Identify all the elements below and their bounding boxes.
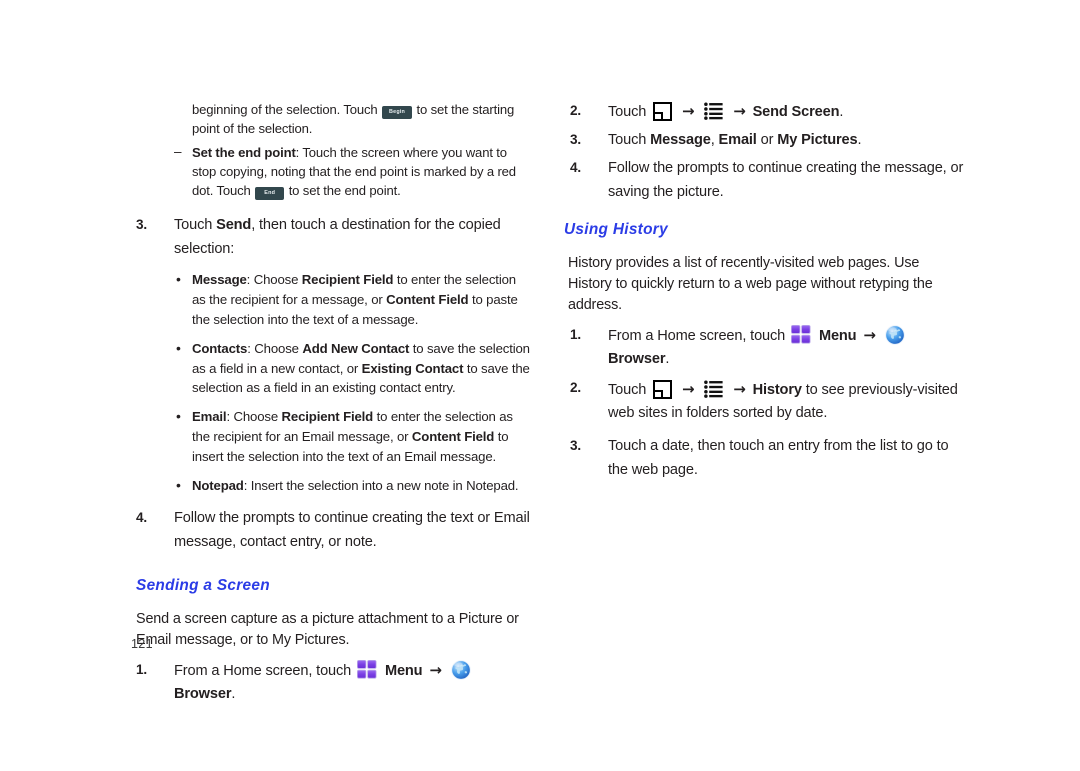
menu-grid-icon[interactable] — [357, 660, 377, 679]
screen-icon[interactable] — [653, 102, 673, 121]
step-3-part1: Touch — [174, 217, 217, 234]
history-label[interactable]: History — [753, 382, 802, 398]
sending-step-1-pre: From a Home screen, touch — [174, 663, 352, 680]
message-option[interactable]: Message — [650, 132, 711, 148]
step2-continuation-text: beginning of the selection. Touch Begin … — [128, 100, 532, 139]
bullet-dot: • — [176, 339, 181, 356]
right-step-3: 3. Touch Message, Email or My Pictures. — [562, 129, 966, 152]
right-step-3-period: . — [857, 131, 862, 148]
bullet-dot: • — [176, 271, 181, 288]
history-step-1-period: . — [665, 351, 670, 368]
arrow-icon: → — [733, 379, 746, 398]
right-step-4-number: 4. — [570, 160, 582, 176]
bullet-notepad-seg1: : Insert the selection into a new note i… — [243, 477, 519, 493]
bullet-email-label: Email — [192, 409, 227, 425]
bullet-email-bold2: Content Field — [411, 429, 495, 444]
left-column: beginning of the selection. Touch Begin … — [128, 100, 532, 711]
set-end-point-label: Set the end point — [192, 144, 296, 160]
history-step-3-text: Touch a date, then touch an entry from t… — [608, 437, 949, 478]
history-step-2: 2. Touch → → History to see previously-v… — [562, 377, 966, 426]
arrow-icon: → — [682, 102, 695, 120]
bullet-email-seg1: : Choose — [226, 409, 282, 425]
bullet-message-bold2: Content Field — [386, 292, 469, 308]
bullet-message-bold1: Recipient Field — [301, 272, 394, 288]
step-4-number: 4. — [136, 510, 148, 526]
sending-a-screen-paragraph: Send a screen capture as a picture attac… — [136, 610, 519, 648]
bullet-contacts-seg1: : Choose — [247, 340, 303, 356]
right-step-3-sep2: or — [756, 131, 778, 148]
screen-icon[interactable] — [653, 379, 673, 399]
right-column: 2. Touch → → Send Screen. 3. Touch Messa… — [562, 100, 966, 491]
history-step-1-pre: From a Home screen, touch — [608, 328, 786, 345]
bullet-message-label: Message — [192, 272, 247, 288]
history-step-1-menu-label[interactable]: Menu — [819, 328, 857, 344]
set-end-point-item: – Set the end point: Touch the screen wh… — [128, 143, 532, 201]
bullet-dot: • — [176, 408, 181, 425]
bullet-dot: • — [176, 476, 181, 493]
history-step-1-browser-label[interactable]: Browser — [608, 351, 666, 367]
sending-step-1-period: . — [231, 685, 236, 702]
right-step-2-number: 2. — [570, 103, 582, 118]
sending-step-1-number: 1. — [136, 662, 148, 678]
email-option[interactable]: Email — [719, 132, 757, 148]
step2-pre-text: beginning of the selection. Touch — [192, 102, 378, 117]
bullet-contacts-bold2: Existing Contact — [361, 360, 464, 376]
bullet-message: • Message: Choose Recipient Field to ent… — [128, 270, 532, 329]
heading-using-history: Using History — [564, 220, 668, 238]
bullet-notepad-label: Notepad — [192, 477, 244, 493]
my-pictures-option[interactable]: My Pictures — [777, 132, 857, 148]
step-3-number: 3. — [136, 217, 148, 233]
history-step-2-number: 2. — [570, 379, 582, 395]
right-step-3-number: 3. — [570, 131, 582, 147]
send-screen-label[interactable]: Send Screen — [753, 104, 840, 120]
browser-globe-icon[interactable] — [450, 660, 471, 681]
right-step-2-period: . — [839, 104, 844, 120]
sending-step-1: 1. From a Home screen, touch Menu → Brow… — [128, 659, 532, 705]
history-step-3-number: 3. — [570, 437, 582, 453]
bullet-email-bold1: Recipient Field — [281, 409, 374, 425]
bullet-email: • Email: Choose Recipient Field to enter… — [128, 407, 532, 466]
browser-globe-icon[interactable] — [884, 325, 905, 346]
step-4: 4. Follow the prompts to continue creati… — [128, 507, 532, 554]
arrow-icon: → — [863, 326, 876, 345]
right-step-3-sep1: , — [710, 131, 719, 148]
set-end-point-text-2: to set the end point. — [288, 182, 401, 198]
begin-key-button[interactable]: Begin — [382, 106, 413, 120]
right-step-2: 2. Touch → → Send Screen. — [562, 100, 966, 124]
page-number: 121 — [131, 637, 153, 651]
right-step-3-pre: Touch — [608, 131, 651, 148]
arrow-icon: → — [429, 661, 442, 680]
history-step-1: 1. From a Home screen, touch Menu → Brow… — [562, 324, 966, 370]
right-step-4: 4. Follow the prompts to continue creati… — [562, 157, 966, 204]
options-list-icon[interactable] — [704, 380, 723, 398]
history-step-1-number: 1. — [570, 327, 582, 343]
history-step-2-pre: Touch — [608, 381, 647, 398]
sending-step-1-browser-label[interactable]: Browser — [174, 686, 232, 702]
right-step-4-text: Follow the prompts to continue creating … — [608, 160, 964, 200]
step-4-text: Follow the prompts to continue creating … — [174, 510, 530, 551]
options-list-icon[interactable] — [704, 102, 723, 120]
bullet-notepad: • Notepad: Insert the selection into a n… — [128, 476, 532, 496]
send-bold: Send — [216, 217, 252, 234]
right-step-2-pre: Touch — [608, 104, 647, 120]
end-key-button[interactable]: End — [255, 186, 285, 201]
using-history-paragraph: History provides a list of recently-visi… — [568, 254, 933, 314]
bullet-contacts-label: Contacts — [192, 340, 248, 356]
history-step-3: 3. Touch a date, then touch an entry fro… — [562, 435, 966, 482]
sending-step-1-menu-label[interactable]: Menu — [385, 663, 423, 679]
arrow-icon: → — [682, 379, 695, 398]
menu-grid-icon[interactable] — [791, 325, 811, 345]
dash-marker: – — [174, 143, 182, 159]
arrow-icon: → — [733, 102, 746, 120]
step-3: 3. Touch Send, then touch a destination … — [128, 214, 532, 261]
manual-page: beginning of the selection. Touch Begin … — [0, 0, 1080, 771]
bullet-message-seg1: : Choose — [246, 272, 302, 288]
heading-sending-a-screen: Sending a Screen — [136, 576, 270, 594]
bullet-contacts-bold1: Add New Contact — [302, 340, 410, 356]
bullet-contacts: • Contacts: Choose Add New Contact to sa… — [128, 339, 532, 398]
